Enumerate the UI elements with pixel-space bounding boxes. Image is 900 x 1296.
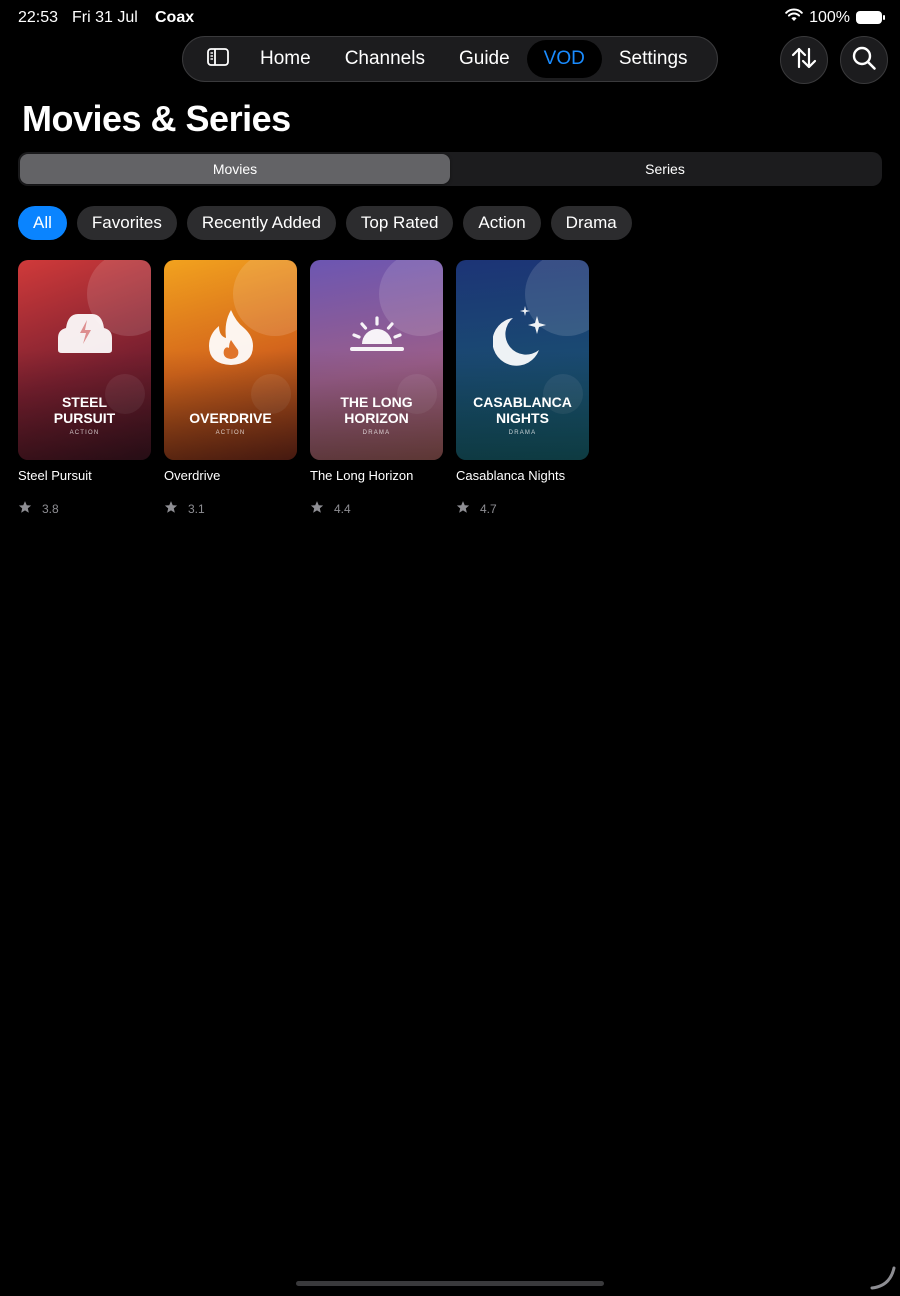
movie-title: Overdrive bbox=[164, 468, 221, 483]
movie-card[interactable]: CASABLANCA NIGHTS DRAMA Casablanca Night… bbox=[456, 260, 589, 517]
star-icon bbox=[456, 500, 470, 517]
status-time: 22:53 bbox=[18, 9, 59, 26]
movie-poster[interactable]: STEEL PURSUIT ACTION bbox=[18, 260, 151, 460]
star-icon bbox=[310, 500, 324, 517]
segment-movies[interactable]: Movies bbox=[20, 154, 450, 184]
movie-card[interactable]: STEEL PURSUIT ACTION Steel Pursuit 3.8 bbox=[18, 260, 151, 517]
movie-grid: STEEL PURSUIT ACTION Steel Pursuit 3.8 O… bbox=[18, 260, 589, 517]
poster-genre: ACTION bbox=[69, 430, 100, 436]
movie-rating: 3.8 bbox=[18, 500, 151, 517]
poster-title: OVERDRIVE bbox=[189, 410, 272, 426]
rating-value: 3.1 bbox=[188, 501, 205, 516]
movie-poster[interactable]: THE LONG HORIZON DRAMA bbox=[310, 260, 443, 460]
filter-chip-top-rated[interactable]: Top Rated bbox=[345, 206, 454, 240]
search-icon bbox=[851, 45, 877, 76]
page-title: Movies & Series bbox=[22, 98, 291, 139]
movie-card[interactable]: OVERDRIVE ACTION Overdrive 3.1 bbox=[164, 260, 297, 517]
resize-corner-icon bbox=[870, 1264, 896, 1295]
rating-value: 4.7 bbox=[480, 501, 497, 516]
movie-title: Casablanca Nights bbox=[456, 468, 566, 483]
top-navigation: Home Channels Guide VOD Settings bbox=[182, 36, 718, 82]
wifi-icon bbox=[785, 8, 803, 27]
poster-title: CASABLANCA NIGHTS bbox=[473, 394, 572, 426]
movie-rating: 4.7 bbox=[456, 500, 589, 517]
moon-stars-icon bbox=[456, 304, 589, 366]
tab-vod[interactable]: VOD bbox=[526, 40, 602, 78]
home-indicator[interactable] bbox=[296, 1281, 604, 1286]
poster-title: THE LONG HORIZON bbox=[340, 394, 413, 426]
status-carrier: Coax bbox=[155, 9, 195, 26]
movie-title: The Long Horizon bbox=[310, 468, 414, 483]
rating-value: 4.4 bbox=[334, 501, 351, 516]
status-bar: 22:53 Fri 31 Jul Coax 100% bbox=[0, 0, 900, 36]
movie-poster[interactable]: OVERDRIVE ACTION bbox=[164, 260, 297, 460]
poster-genre: DRAMA bbox=[508, 430, 537, 436]
star-icon bbox=[18, 500, 32, 517]
search-button[interactable] bbox=[840, 36, 888, 84]
tab-guide[interactable]: Guide bbox=[442, 40, 527, 78]
sort-arrows-icon bbox=[790, 45, 818, 76]
movie-rating: 3.1 bbox=[164, 500, 297, 517]
sidebar-icon bbox=[206, 47, 230, 72]
tab-channels[interactable]: Channels bbox=[328, 40, 442, 78]
filter-chip-drama[interactable]: Drama bbox=[550, 206, 632, 240]
filter-chip-favorites[interactable]: Favorites bbox=[76, 206, 177, 240]
tab-home[interactable]: Home bbox=[243, 40, 328, 78]
tab-settings[interactable]: Settings bbox=[602, 40, 705, 78]
car-icon bbox=[18, 308, 151, 356]
poster-title: STEEL PURSUIT bbox=[53, 394, 116, 426]
battery-icon bbox=[856, 11, 885, 24]
sunrise-icon bbox=[310, 316, 443, 356]
star-icon bbox=[164, 500, 178, 517]
filter-chip-recently-added[interactable]: Recently Added bbox=[186, 206, 336, 240]
movies-series-segmented-control: Movies Series bbox=[18, 152, 882, 186]
status-date: Fri 31 Jul bbox=[72, 9, 138, 26]
rating-value: 3.8 bbox=[42, 501, 59, 516]
sort-button[interactable] bbox=[780, 36, 828, 84]
movie-card[interactable]: THE LONG HORIZON DRAMA The Long Horizon … bbox=[310, 260, 443, 517]
status-indicators: 100% bbox=[785, 8, 885, 27]
filter-chip-all[interactable]: All bbox=[18, 206, 67, 240]
segment-series[interactable]: Series bbox=[450, 154, 880, 184]
movie-title: Steel Pursuit bbox=[18, 468, 92, 483]
filter-chips: All Favorites Recently Added Top Rated A… bbox=[18, 206, 632, 240]
movie-rating: 4.4 bbox=[310, 500, 443, 517]
sidebar-toggle-button[interactable] bbox=[193, 36, 243, 82]
filter-chip-action[interactable]: Action bbox=[463, 206, 541, 240]
movie-poster[interactable]: CASABLANCA NIGHTS DRAMA bbox=[456, 260, 589, 460]
battery-percent: 100% bbox=[809, 8, 850, 26]
flame-icon bbox=[164, 308, 297, 368]
poster-genre: DRAMA bbox=[362, 430, 391, 436]
poster-genre: ACTION bbox=[215, 430, 246, 436]
